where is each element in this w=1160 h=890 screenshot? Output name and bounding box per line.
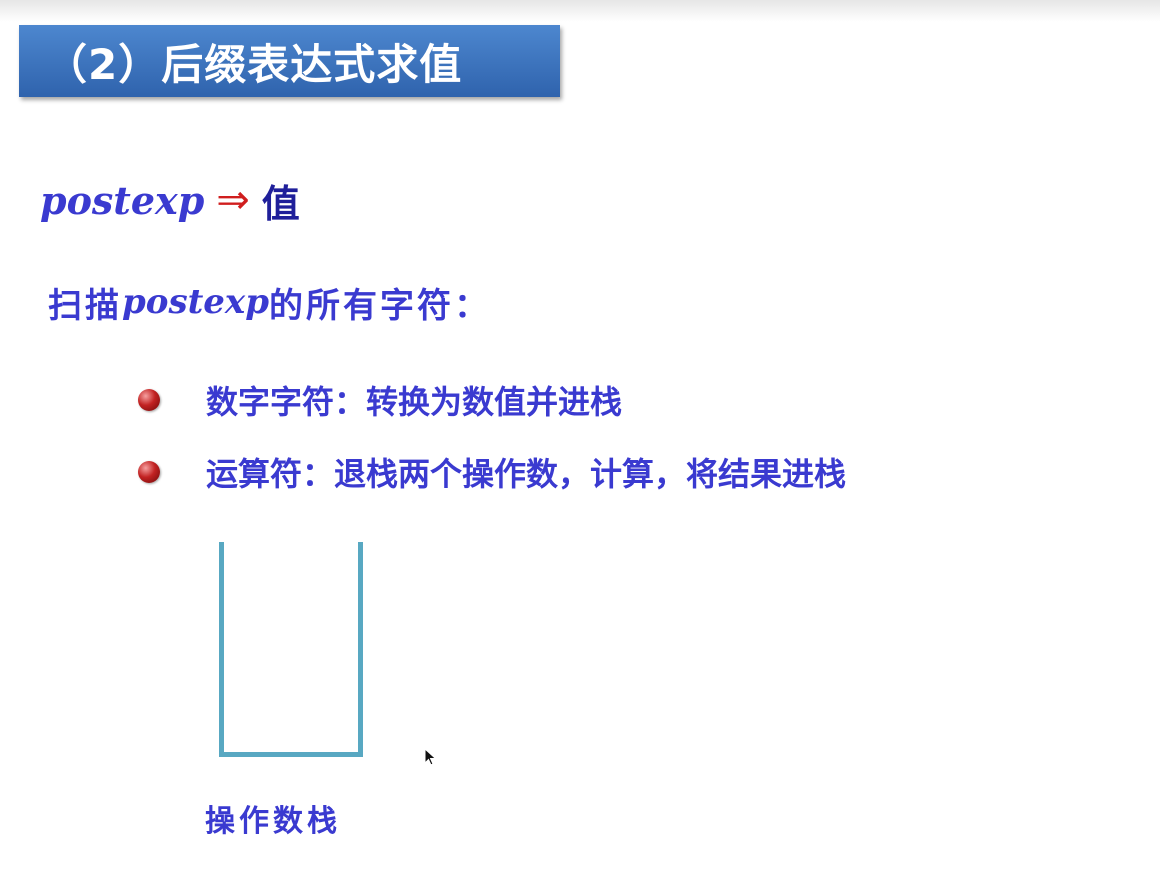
title-bar: （2）后缀表达式求值 xyxy=(19,25,560,97)
red-ball-bullet-icon xyxy=(138,389,160,411)
formula-postexp: postexp xyxy=(40,177,205,223)
top-shade xyxy=(0,0,1160,22)
bullet-item-operator: 运算符：退栈两个操作数，计算，将结果进栈 xyxy=(138,450,846,494)
formula-value: 值 xyxy=(261,181,300,226)
red-ball-bullet-icon xyxy=(138,461,160,483)
scan-keyword: postexp xyxy=(122,282,269,322)
double-arrow-icon: ⇒ xyxy=(216,177,250,223)
bullet-text-operator: 运算符：退栈两个操作数，计算，将结果进栈 xyxy=(206,455,847,493)
scan-prefix: 扫描 xyxy=(48,285,122,326)
formula-line: postexp ⇒ 值 xyxy=(40,172,300,228)
scan-suffix: 的所有字符： xyxy=(268,285,491,326)
scan-instruction: 扫描 postexp 的所有字符： xyxy=(48,276,491,328)
bullet-text-digit: 数字字符：转换为数值并进栈 xyxy=(206,383,623,421)
stack-label: 操作数栈 xyxy=(205,804,341,839)
bullet-item-digit: 数字字符：转换为数值并进栈 xyxy=(138,378,622,422)
operand-stack-diagram xyxy=(219,542,363,757)
slide-title: （2）后缀表达式求值 xyxy=(45,39,463,89)
mouse-pointer-icon xyxy=(424,748,437,766)
